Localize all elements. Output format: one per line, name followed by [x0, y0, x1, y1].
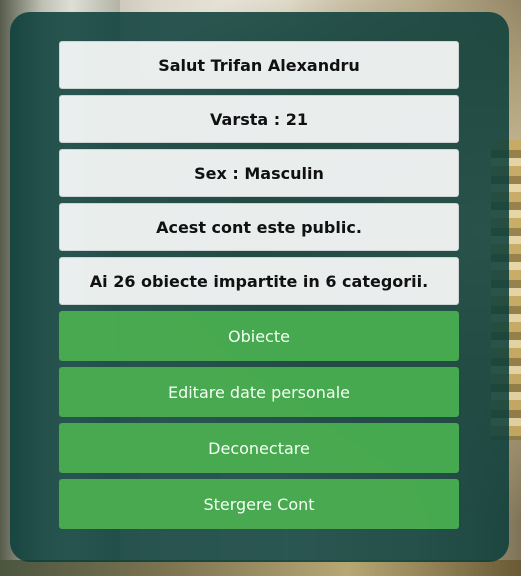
- account-visibility-row: Acest cont este public.: [59, 203, 459, 251]
- greeting-row: Salut Trifan Alexandru: [59, 41, 459, 89]
- objects-summary-row: Ai 26 obiecte impartite in 6 categorii.: [59, 257, 459, 305]
- edit-personal-data-button[interactable]: Editare date personale: [59, 367, 459, 417]
- delete-account-button[interactable]: Stergere Cont: [59, 479, 459, 529]
- age-row: Varsta : 21: [59, 95, 459, 143]
- objects-button[interactable]: Obiecte: [59, 311, 459, 361]
- logout-button[interactable]: Deconectare: [59, 423, 459, 473]
- sex-row: Sex : Masculin: [59, 149, 459, 197]
- background-floor: [0, 560, 521, 576]
